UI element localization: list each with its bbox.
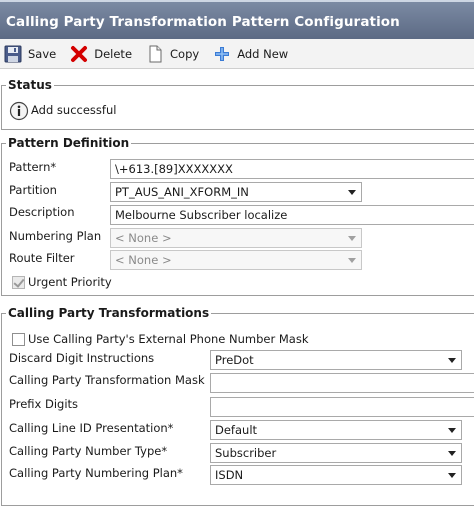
- save-icon: [4, 45, 22, 63]
- clid-select[interactable]: Default: [210, 420, 462, 440]
- add-new-button[interactable]: Add New: [213, 45, 288, 63]
- number-type-label: Calling Party Number Type*: [9, 444, 168, 458]
- number-type-select[interactable]: Subscriber: [210, 443, 462, 463]
- pattern-definition-legend: Pattern Definition: [8, 136, 130, 150]
- chevron-down-icon: [348, 258, 356, 263]
- clid-label: Calling Line ID Presentation*: [9, 421, 174, 435]
- chevron-down-icon: [448, 358, 456, 363]
- copy-button[interactable]: Copy: [146, 45, 199, 63]
- numbering-plan-label: Numbering Plan: [9, 229, 102, 243]
- prefix-label: Prefix Digits: [9, 397, 79, 411]
- discard-select[interactable]: PreDot: [210, 350, 462, 370]
- status-row: Add successful: [9, 100, 117, 121]
- chevron-down-icon: [348, 190, 356, 195]
- description-input[interactable]: Melbourne Subscriber localize: [110, 205, 474, 225]
- clid-value: Default: [215, 423, 258, 437]
- numbering-plan-value: < None >: [115, 231, 172, 245]
- urgent-priority-checkbox[interactable]: [12, 275, 25, 289]
- discard-value: PreDot: [215, 353, 254, 367]
- use-mask-row: Use Calling Party's External Phone Numbe…: [12, 329, 308, 349]
- urgent-priority-row: Urgent Priority: [12, 272, 112, 292]
- pattern-value: \+613.[89]XXXXXXX: [115, 162, 233, 176]
- copy-label: Copy: [170, 46, 200, 61]
- chevron-down-icon: [448, 428, 456, 433]
- delete-button[interactable]: Delete: [70, 45, 132, 63]
- pattern-input[interactable]: \+613.[89]XXXXXXX: [110, 159, 474, 179]
- window-title-bar: Calling Party Transformation Pattern Con…: [0, 0, 474, 39]
- toolbar: Save Delete Copy Add New: [0, 39, 474, 69]
- chevron-down-icon: [448, 451, 456, 456]
- description-value: Melbourne Subscriber localize: [115, 208, 288, 222]
- add-new-label: Add New: [237, 46, 289, 61]
- partition-value: PT_AUS_ANI_XFORM_IN: [115, 185, 249, 199]
- status-legend: Status: [8, 78, 52, 92]
- partition-label: Partition: [9, 183, 57, 197]
- description-label: Description: [9, 205, 75, 219]
- transformations-legend: Calling Party Transformations: [8, 306, 210, 320]
- pattern-label: Pattern*: [9, 160, 57, 174]
- delete-label: Delete: [94, 46, 133, 61]
- number-type-value: Subscriber: [215, 446, 277, 460]
- route-filter-label: Route Filter: [9, 251, 75, 265]
- save-label: Save: [28, 46, 57, 61]
- cp-numbering-plan-value: ISDN: [215, 468, 244, 482]
- use-mask-checkbox[interactable]: [12, 332, 25, 346]
- route-filter-select[interactable]: < None >: [110, 250, 362, 270]
- window-title: Calling Party Transformation Pattern Con…: [6, 14, 400, 30]
- status-message: Add successful: [31, 103, 117, 117]
- numbering-plan-select[interactable]: < None >: [110, 228, 362, 248]
- chevron-down-icon: [448, 473, 456, 478]
- add-plus-icon: [213, 45, 231, 63]
- mask-label: Calling Party Transformation Mask: [9, 373, 205, 387]
- delete-x-icon: [70, 45, 88, 63]
- info-icon: [9, 101, 29, 121]
- chevron-down-icon: [348, 236, 356, 241]
- partition-select[interactable]: PT_AUS_ANI_XFORM_IN: [110, 182, 362, 202]
- prefix-input[interactable]: [210, 397, 474, 417]
- urgent-priority-label: Urgent Priority: [28, 275, 112, 289]
- cp-numbering-plan-label: Calling Party Numbering Plan*: [9, 466, 183, 480]
- save-button[interactable]: Save: [4, 45, 56, 63]
- copy-icon: [146, 45, 164, 63]
- discard-label: Discard Digit Instructions: [9, 351, 155, 365]
- mask-input[interactable]: [210, 373, 474, 393]
- route-filter-value: < None >: [115, 253, 172, 267]
- use-mask-label: Use Calling Party's External Phone Numbe…: [28, 332, 309, 346]
- cp-numbering-plan-select[interactable]: ISDN: [210, 465, 462, 485]
